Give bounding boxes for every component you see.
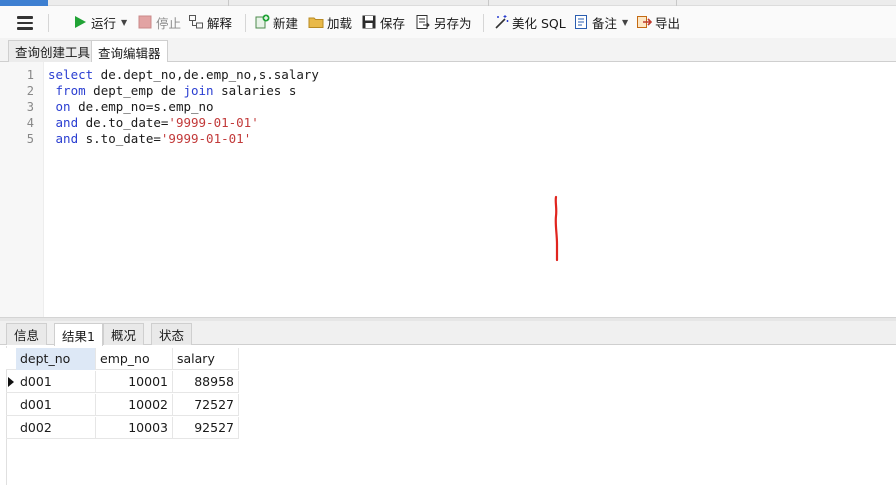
- column-header-emp-no[interactable]: emp_no: [96, 348, 173, 370]
- play-icon: [72, 14, 88, 30]
- save-as-icon: [415, 14, 431, 30]
- explain-label: 解释: [207, 15, 233, 31]
- sql-string: '9999-01-01': [160, 131, 252, 146]
- tab-result-1[interactable]: 结果1: [54, 323, 103, 346]
- save-as-button[interactable]: 另存为: [415, 11, 472, 33]
- code-line[interactable]: on de.emp_no=s.emp_no: [48, 99, 214, 115]
- magic-wand-icon: [493, 14, 509, 30]
- tab-status[interactable]: 状态: [151, 323, 193, 345]
- tab-info[interactable]: 信息: [6, 323, 48, 345]
- toolbar-separator: [48, 14, 49, 32]
- toolbar-separator: [245, 14, 246, 32]
- line-number-gutter: 1 2 3 4 5: [0, 62, 44, 317]
- load-label: 加载: [327, 15, 353, 31]
- sql-text: salaries s: [213, 83, 297, 98]
- stop-label: 停止: [156, 15, 182, 31]
- tab-label: 概况: [111, 328, 137, 343]
- table-row[interactable]: d002 10003 92527: [6, 417, 239, 439]
- new-label: 新建: [273, 15, 299, 31]
- cell-emp-no[interactable]: 10003: [96, 417, 173, 439]
- sql-text: de.to_date=: [78, 115, 169, 130]
- save-button[interactable]: 保存: [361, 11, 405, 33]
- red-pen-annotation: [554, 195, 559, 262]
- export-button[interactable]: 导出: [636, 11, 680, 33]
- cell-salary[interactable]: 92527: [173, 417, 239, 439]
- cell-emp-no[interactable]: 10001: [96, 371, 173, 393]
- save-label: 保存: [380, 15, 406, 31]
- sql-text: dept_emp de: [85, 83, 184, 98]
- current-row-marker-icon: [6, 371, 16, 393]
- run-button[interactable]: 运行 ▼: [72, 11, 127, 33]
- code-line[interactable]: and s.to_date='9999-01-01': [48, 131, 252, 147]
- line-number: 2: [26, 84, 34, 98]
- chevron-down-icon[interactable]: ▼: [622, 18, 628, 27]
- menu-icon[interactable]: [17, 16, 33, 30]
- new-button[interactable]: 新建: [254, 11, 298, 33]
- sql-editor[interactable]: 1 2 3 4 5 select de.dept_no,de.emp_no,s.…: [0, 62, 896, 317]
- code-line[interactable]: select de.dept_no,de.emp_no,s.salary: [48, 67, 319, 83]
- line-number: 4: [26, 116, 34, 130]
- tab-label: 状态: [159, 328, 185, 343]
- explain-icon: [188, 14, 204, 30]
- notes-button[interactable]: 备注 ▼: [573, 11, 628, 33]
- sql-text: s.to_date=: [78, 131, 161, 146]
- grid-header-row: dept_no emp_no salary: [6, 348, 239, 370]
- beautify-sql-button[interactable]: 美化 SQL: [493, 11, 566, 33]
- sql-keyword: join: [183, 83, 214, 98]
- tab-profile[interactable]: 概况: [103, 323, 145, 345]
- tab-label: 信息: [14, 328, 40, 343]
- tab-label: 查询编辑器: [98, 45, 161, 61]
- load-button[interactable]: 加载: [308, 11, 352, 33]
- sql-keyword: and: [55, 131, 79, 146]
- query-toolbar: 运行 ▼ 停止 解释 新建 加载 保存 另存为 美化 SQL 备注 ▼ 导出: [0, 6, 896, 38]
- line-number: 5: [26, 132, 34, 146]
- export-icon: [636, 14, 653, 30]
- tab-query-editor[interactable]: 查询编辑器: [91, 40, 168, 63]
- sql-keyword: on: [55, 99, 71, 114]
- save-as-label: 另存为: [434, 15, 472, 31]
- explain-button[interactable]: 解释: [188, 11, 232, 33]
- cell-emp-no[interactable]: 10002: [96, 394, 173, 416]
- cell-salary[interactable]: 72527: [173, 394, 239, 416]
- line-number: 1: [26, 68, 34, 82]
- sql-keyword: and: [55, 115, 79, 130]
- run-label: 运行: [91, 15, 117, 31]
- result-tab-bar: 信息 结果1 概况 状态: [0, 321, 896, 346]
- tab-label: 结果1: [62, 328, 95, 344]
- export-label: 导出: [655, 15, 681, 31]
- column-header-dept-no[interactable]: dept_no: [16, 348, 96, 370]
- save-icon: [361, 14, 377, 30]
- sql-string: '9999-01-01': [168, 115, 259, 130]
- code-line[interactable]: and de.to_date='9999-01-01': [48, 115, 259, 131]
- chevron-down-icon[interactable]: ▼: [121, 18, 127, 27]
- code-line[interactable]: from dept_emp de join salaries s: [48, 83, 297, 99]
- cell-dept-no[interactable]: d001: [16, 394, 96, 416]
- cell-salary[interactable]: 88958: [173, 371, 239, 393]
- sql-text: de.dept_no,de.emp_no,s.salary: [93, 67, 319, 82]
- stop-icon: [137, 14, 153, 30]
- line-number: 3: [26, 100, 34, 114]
- folder-icon: [308, 14, 324, 30]
- toolbar-separator: [483, 14, 484, 32]
- notes-icon: [573, 14, 589, 30]
- tab-label: 查询创建工具: [15, 45, 91, 60]
- new-query-icon: [254, 14, 270, 30]
- table-row[interactable]: d001 10002 72527: [6, 394, 239, 416]
- editor-tab-bar: 查询创建工具 查询编辑器: [0, 38, 896, 63]
- sql-keyword: from: [55, 83, 86, 98]
- beautify-sql-label: 美化 SQL: [512, 15, 566, 31]
- cell-dept-no[interactable]: d002: [16, 417, 96, 439]
- column-header-salary[interactable]: salary: [173, 348, 239, 370]
- tab-query-builder[interactable]: 查询创建工具: [8, 40, 98, 62]
- sql-keyword: select: [48, 67, 94, 82]
- notes-label: 备注: [592, 15, 618, 31]
- table-row[interactable]: d001 10001 88958: [6, 371, 239, 393]
- cell-dept-no[interactable]: d001: [16, 371, 96, 393]
- stop-button[interactable]: 停止: [137, 11, 181, 33]
- sql-text: de.emp_no=s.emp_no: [70, 99, 214, 114]
